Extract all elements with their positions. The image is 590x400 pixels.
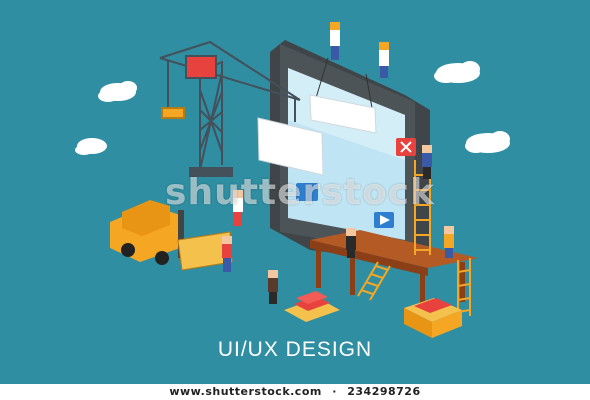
crate-icon	[284, 291, 340, 322]
caption-title: UI/UX DESIGN	[217, 338, 373, 361]
close-tile-icon	[396, 138, 416, 156]
worker-icon	[379, 42, 389, 78]
cloud-icon	[75, 138, 107, 155]
credit-separator: ·	[332, 385, 337, 398]
cloud-icon	[98, 81, 137, 102]
worker-icon	[222, 236, 232, 272]
cloud-icon	[434, 61, 480, 83]
worker-icon	[268, 270, 278, 304]
credit-line: www.shutterstock.com · 234298726	[0, 385, 590, 398]
credit-id: 234298726	[347, 385, 421, 398]
credit-site: www.shutterstock.com	[169, 385, 322, 398]
ladder-icon	[357, 261, 391, 301]
crate-icon	[404, 298, 462, 338]
worker-icon	[346, 228, 356, 258]
play-button-icon	[374, 212, 394, 228]
watermark-text: shutterstock	[165, 172, 435, 213]
illustration-canvas: shutterstock UI/UX DESIGN	[0, 0, 590, 384]
worker-icon	[330, 22, 340, 60]
cloud-icon	[465, 131, 510, 153]
worker-icon	[444, 226, 454, 258]
